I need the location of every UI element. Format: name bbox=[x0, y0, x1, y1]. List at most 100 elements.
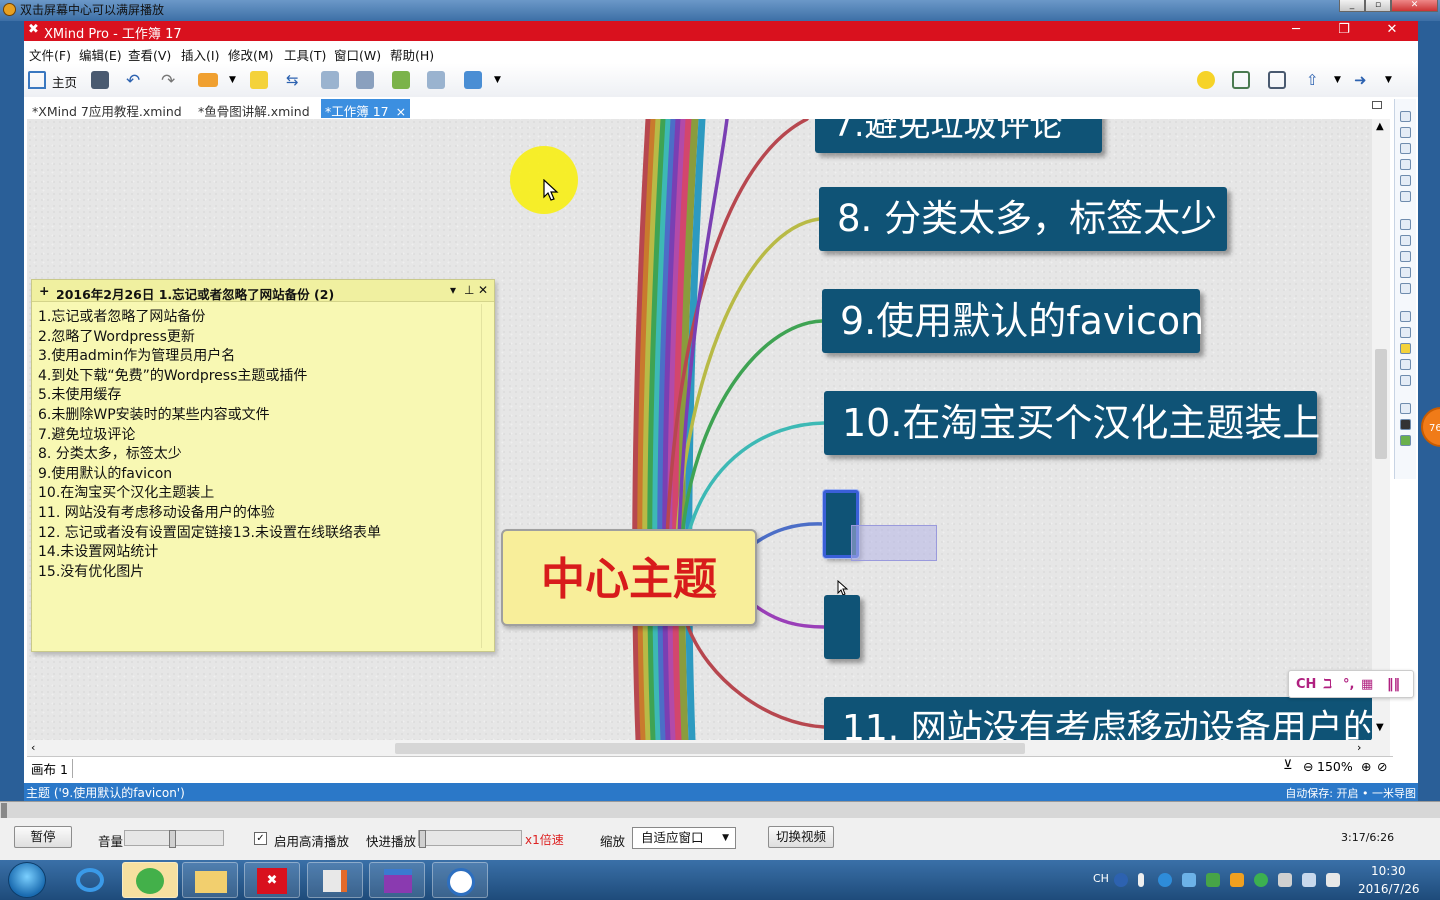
close-button[interactable]: ✕ bbox=[1382, 22, 1402, 40]
notes-pin-icon[interactable]: ⊥ bbox=[464, 283, 474, 297]
tab-close-icon[interactable]: × bbox=[396, 104, 406, 119]
save-icon[interactable] bbox=[91, 71, 109, 89]
spreadsheet-icon[interactable] bbox=[1400, 435, 1411, 446]
menu-window[interactable]: 窗口(W) bbox=[334, 45, 381, 64]
ime-punct-icon[interactable]: °, bbox=[1343, 677, 1354, 692]
presentation-app-icon[interactable] bbox=[307, 862, 363, 898]
video-seek-bar[interactable] bbox=[0, 801, 1440, 818]
menu-file[interactable]: 文件(F) bbox=[29, 45, 71, 64]
layout-icon[interactable] bbox=[1268, 71, 1286, 89]
task-icon[interactable] bbox=[427, 71, 445, 89]
sheet-tab[interactable]: 画布 1 bbox=[31, 759, 73, 778]
help-icon[interactable] bbox=[1114, 873, 1128, 887]
notes-list[interactable]: 1.忘记或者忽略了网站备份 2.忽略了Wordpress更新 3.使用admin… bbox=[38, 308, 381, 582]
clock-icon[interactable] bbox=[1400, 159, 1411, 170]
vertical-scrollbar[interactable]: ▲ ▼ bbox=[1372, 119, 1390, 756]
styles-icon[interactable] bbox=[1400, 375, 1411, 386]
marker-icon[interactable] bbox=[392, 71, 410, 89]
restore-button[interactable]: ❐ bbox=[1334, 22, 1354, 40]
topic-7[interactable]: 7.避免垃圾评论 bbox=[815, 119, 1102, 153]
volume-handle[interactable] bbox=[169, 830, 176, 848]
tab-fishbone[interactable]: *鱼骨图讲解.xmind bbox=[194, 99, 314, 119]
share-icon[interactable]: ⇧ bbox=[1306, 71, 1324, 89]
idea-bulb-icon[interactable] bbox=[1197, 71, 1215, 89]
zoom-select[interactable]: 自适应窗口 ▼ bbox=[632, 827, 736, 849]
summary-icon[interactable] bbox=[356, 71, 374, 89]
app-tray-icon[interactable] bbox=[1230, 873, 1244, 887]
central-topic[interactable]: 中心主题 bbox=[501, 529, 757, 626]
menu-help[interactable]: 帮助(H) bbox=[390, 45, 434, 64]
zoom-out-icon[interactable]: ⊖ bbox=[1303, 759, 1313, 774]
callout-icon[interactable] bbox=[250, 71, 268, 89]
image-icon[interactable] bbox=[464, 71, 482, 89]
notes-expand-icon[interactable]: + bbox=[39, 283, 49, 298]
list-icon[interactable] bbox=[1400, 175, 1411, 186]
image-dropdown-icon[interactable]: ▼ bbox=[494, 75, 512, 93]
notes-icon[interactable] bbox=[1400, 267, 1411, 278]
overview-icon[interactable] bbox=[1400, 127, 1411, 138]
presentation-icon[interactable] bbox=[1232, 71, 1250, 89]
scroll-up-icon[interactable]: ▲ bbox=[1376, 121, 1384, 132]
export-icon[interactable]: ➜ bbox=[1354, 71, 1372, 89]
zoom-in-icon[interactable]: ⊕ bbox=[1361, 759, 1371, 774]
properties-icon[interactable] bbox=[1400, 235, 1411, 246]
menu-edit[interactable]: 编辑(E) bbox=[79, 45, 122, 64]
notes-close-icon[interactable]: ✕ bbox=[478, 283, 488, 297]
undo-icon[interactable]: ↶ bbox=[126, 71, 144, 91]
ime-mode-icon[interactable]: ℶ bbox=[1323, 677, 1333, 692]
volume-icon[interactable] bbox=[1326, 873, 1340, 887]
vertical-scroll-thumb[interactable] bbox=[1375, 349, 1387, 459]
folder-icon[interactable] bbox=[182, 862, 238, 898]
topic-8[interactable]: 8. 分类太多，标签太少 bbox=[819, 187, 1227, 251]
outline-icon[interactable] bbox=[1400, 111, 1411, 122]
video-player-icon[interactable] bbox=[432, 862, 488, 898]
share-dropdown-icon[interactable]: ▼ bbox=[1334, 75, 1352, 93]
menu-tools[interactable]: 工具(T) bbox=[284, 45, 326, 64]
horizontal-scroll-thumb[interactable] bbox=[395, 743, 1025, 754]
zoom-tool-icon[interactable] bbox=[1400, 143, 1411, 154]
mindmap-canvas[interactable]: 7.避免垃圾评论 8. 分类太多，标签太少 9.使用默认的favicon 10.… bbox=[27, 119, 1372, 740]
seek-handle[interactable] bbox=[1, 803, 7, 818]
clock-date[interactable]: 2016/7/26 bbox=[1358, 882, 1420, 896]
tray-lang[interactable]: CH bbox=[1093, 872, 1109, 885]
empty-topic[interactable] bbox=[824, 595, 860, 659]
info-icon[interactable] bbox=[1400, 251, 1411, 262]
green-app-icon[interactable] bbox=[122, 862, 178, 898]
ime-lang[interactable]: CH bbox=[1296, 677, 1316, 692]
redo-icon[interactable]: ↷ bbox=[161, 71, 179, 91]
menu-view[interactable]: 查看(V) bbox=[128, 45, 171, 64]
clock-time[interactable]: 10:30 bbox=[1371, 864, 1406, 878]
scroll-left-icon[interactable]: ‹ bbox=[31, 741, 35, 754]
winrar-icon[interactable] bbox=[369, 862, 425, 898]
tray-arrow-icon[interactable] bbox=[1138, 873, 1144, 887]
format-icon[interactable] bbox=[1400, 219, 1411, 230]
image-panel-icon[interactable] bbox=[1400, 359, 1411, 370]
menu-insert[interactable]: 插入(I) bbox=[181, 45, 219, 64]
scroll-down-icon[interactable]: ▼ bbox=[1376, 722, 1384, 733]
browser-tray-icon[interactable] bbox=[1158, 873, 1172, 887]
topic-11[interactable]: 11. 网站没有考虑移动设备用户的 bbox=[824, 697, 1372, 740]
tab-workbook-17[interactable]: *工作簿 17 × bbox=[321, 99, 411, 119]
topic-10[interactable]: 10.在淘宝买个汉化主题装上 bbox=[824, 391, 1320, 455]
audio-icon[interactable] bbox=[1400, 419, 1411, 430]
comments-icon[interactable] bbox=[1400, 283, 1411, 294]
attachment-icon[interactable] bbox=[1400, 327, 1411, 338]
ime-keyboard-icon[interactable]: ▦ bbox=[1361, 677, 1373, 692]
security-icon[interactable] bbox=[1206, 873, 1220, 887]
callout-panel-icon[interactable] bbox=[1400, 343, 1411, 354]
network-share-icon[interactable] bbox=[1182, 873, 1196, 887]
scroll-right-icon[interactable]: › bbox=[1357, 741, 1361, 754]
ie-icon[interactable] bbox=[62, 862, 118, 898]
export-dropdown-icon[interactable]: ▼ bbox=[1385, 75, 1403, 93]
topic-icon[interactable] bbox=[198, 73, 218, 87]
status-autosave[interactable]: 自动保存: 开启 • 一米导图 bbox=[1285, 785, 1416, 801]
minimize-button[interactable]: ─ bbox=[1286, 22, 1306, 40]
relationship-icon[interactable]: ⇆ bbox=[286, 71, 304, 89]
floating-badge[interactable]: 76 bbox=[1421, 407, 1440, 447]
tab-xmind7-tutorial[interactable]: *XMind 7应用教程.xmind bbox=[28, 99, 186, 119]
flag-icon[interactable] bbox=[1278, 873, 1292, 887]
horizontal-scrollbar[interactable]: ‹ › bbox=[27, 740, 1372, 756]
green-tray-icon[interactable] bbox=[1254, 873, 1268, 887]
pause-button[interactable]: 暂停 bbox=[14, 826, 72, 848]
topic-edit-box[interactable] bbox=[851, 525, 937, 561]
